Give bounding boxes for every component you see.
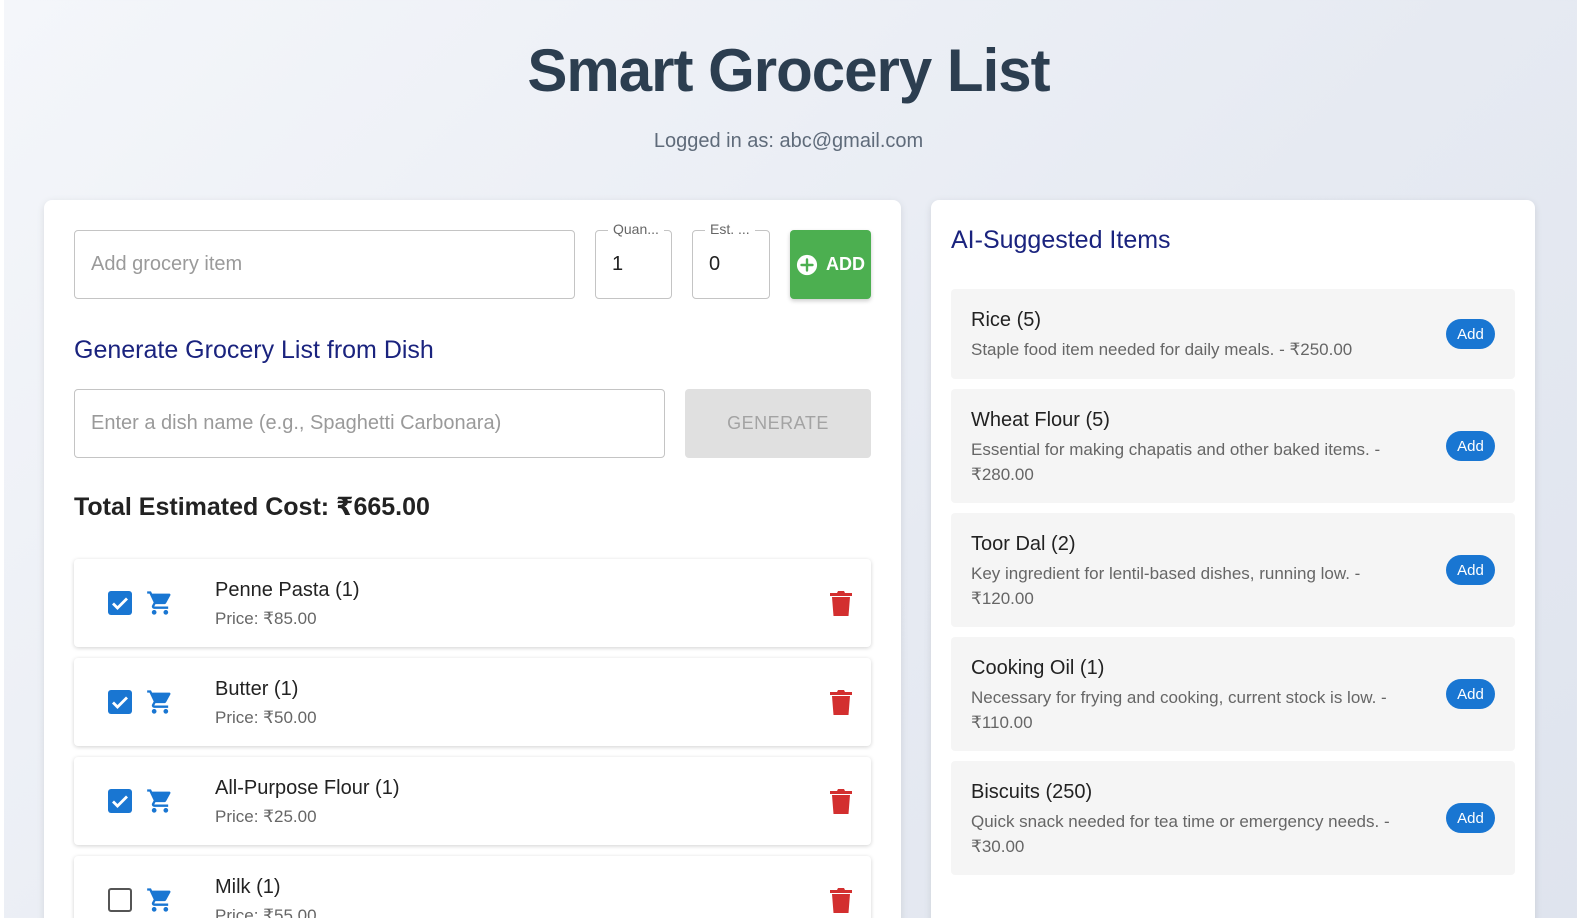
logged-in-label: Logged in as: abc@gmail.com <box>653 130 924 152</box>
item-name: Milk (1) <box>215 876 281 898</box>
suggestion-add-button[interactable]: Add <box>1446 319 1495 349</box>
suggestion-name: Biscuits (250) <box>971 781 1093 803</box>
item-name-field[interactable] <box>74 230 575 299</box>
item-price: Price: ₹55.00 <box>215 906 317 918</box>
add-item-button[interactable]: ADD <box>790 230 871 299</box>
shopping-cart-icon <box>147 789 171 813</box>
suggestion-item: Toor Dal (2) Key ingredient for lentil-b… <box>951 513 1515 627</box>
grocery-item: Butter (1) Price: ₹50.00 <box>74 658 871 746</box>
suggestions-title: AI-Suggested Items <box>951 226 1171 254</box>
item-price: Price: ₹50.00 <box>215 708 317 727</box>
suggestion-item: Rice (5) Staple food item needed for dai… <box>951 289 1515 379</box>
suggestion-item: Biscuits (250) Quick snack needed for te… <box>951 761 1515 875</box>
shopping-cart-icon <box>147 888 171 912</box>
suggestion-name: Rice (5) <box>971 309 1042 331</box>
dish-name-field[interactable] <box>74 389 665 458</box>
suggestion-description: Staple food item needed for daily meals.… <box>971 340 1353 359</box>
grocery-item: All-Purpose Flour (1) Price: ₹25.00 <box>74 757 871 845</box>
trash-icon[interactable] <box>829 787 853 815</box>
check-icon <box>112 597 128 610</box>
item-name: All-Purpose Flour (1) <box>215 777 400 799</box>
item-price: Price: ₹85.00 <box>215 609 317 628</box>
trash-icon[interactable] <box>829 688 853 716</box>
item-checkbox[interactable] <box>108 591 132 615</box>
dish-section-title: Generate Grocery List from Dish <box>74 336 434 364</box>
suggestion-add-button[interactable]: Add <box>1446 803 1495 833</box>
item-name-input[interactable] <box>75 231 574 298</box>
trash-icon[interactable] <box>829 589 853 617</box>
grocery-item: Penne Pasta (1) Price: ₹85.00 <box>74 559 871 647</box>
suggestion-item: Wheat Flour (5) Essential for making cha… <box>951 389 1515 503</box>
quantity-field[interactable]: Quan... <box>595 221 672 299</box>
suggestion-add-button[interactable]: Add <box>1446 431 1495 461</box>
grocery-item: Milk (1) Price: ₹55.00 <box>74 856 871 918</box>
price-field[interactable]: Est. ... <box>692 221 770 299</box>
total-cost: Total Estimated Cost: ₹665.00 <box>74 493 430 521</box>
grocery-list-panel: Quan... Est. ... ADD Generate Grocery Li… <box>44 200 901 918</box>
item-price: Price: ₹25.00 <box>215 807 317 826</box>
add-circle-icon <box>796 254 818 275</box>
item-checkbox[interactable] <box>108 789 132 813</box>
dish-name-input[interactable] <box>75 390 664 457</box>
suggestion-description: Quick snack needed for tea time or emerg… <box>971 812 1390 856</box>
suggestion-name: Wheat Flour (5) <box>971 409 1110 431</box>
shopping-cart-icon <box>147 591 171 615</box>
suggestion-name: Cooking Oil (1) <box>971 657 1105 679</box>
suggestion-name: Toor Dal (2) <box>971 533 1076 555</box>
check-icon <box>112 795 128 808</box>
trash-icon[interactable] <box>829 886 853 914</box>
price-label: Est. ... <box>705 221 755 237</box>
item-name: Butter (1) <box>215 678 299 700</box>
generate-button[interactable]: GENERATE <box>685 389 871 458</box>
add-button-label: ADD <box>826 254 865 274</box>
shopping-cart-icon <box>147 690 171 714</box>
quantity-input[interactable] <box>596 231 671 298</box>
suggestion-description: Necessary for frying and cooking, curren… <box>971 688 1387 732</box>
suggestion-add-button[interactable]: Add <box>1446 555 1495 585</box>
price-input[interactable] <box>693 231 769 298</box>
item-checkbox[interactable] <box>108 690 132 714</box>
item-checkbox[interactable] <box>108 888 132 912</box>
suggestions-panel: AI-Suggested Items Rice (5) Staple food … <box>931 200 1535 918</box>
page-title: Smart Grocery List <box>527 37 1050 104</box>
suggestion-description: Essential for making chapatis and other … <box>971 440 1381 484</box>
suggestion-item: Cooking Oil (1) Necessary for frying and… <box>951 637 1515 751</box>
check-icon <box>112 696 128 709</box>
quantity-label: Quan... <box>608 221 664 237</box>
item-name: Penne Pasta (1) <box>215 579 360 601</box>
suggestion-add-button[interactable]: Add <box>1446 679 1495 709</box>
suggestion-description: Key ingredient for lentil-based dishes, … <box>971 564 1361 608</box>
